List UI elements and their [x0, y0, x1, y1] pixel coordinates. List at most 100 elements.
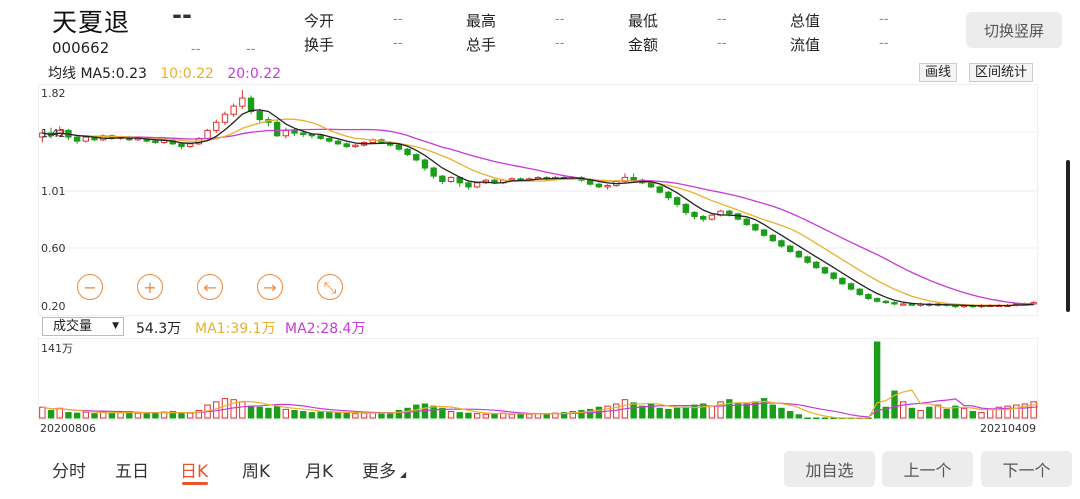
volume-ma1: MA1:39.1万 [195, 321, 276, 337]
candle-down [743, 218, 750, 226]
stock-price: -- [172, 1, 192, 29]
candle-down [839, 277, 846, 285]
volume-bar-up [221, 398, 229, 419]
volume-bar-down [969, 411, 976, 419]
candle-down [726, 210, 733, 215]
candle-down [821, 267, 829, 274]
quote-high-value: -- [555, 12, 565, 27]
candle-down [656, 186, 663, 193]
collapse-icon[interactable]: ⤡ [317, 274, 343, 300]
price-axis-min: 0.20 [41, 300, 66, 313]
quote-low-value: -- [717, 12, 727, 27]
candle-up [508, 178, 516, 181]
quote-turnover-value: -- [393, 36, 403, 51]
volume-bar-up [282, 408, 290, 419]
date-end: 20210409 [980, 422, 1036, 435]
volume-bar-down [343, 412, 350, 419]
volume-bar-up [508, 413, 516, 419]
candle-down [395, 144, 403, 150]
candle-down [682, 203, 690, 213]
tab-monthly-k[interactable]: 月K [305, 457, 333, 482]
tab-weekly-k[interactable]: 周K [242, 457, 270, 482]
volume-bar-down [943, 408, 950, 419]
tab-intraday[interactable]: 分时 [52, 457, 86, 482]
quote-float-label: 流值 [790, 36, 821, 54]
volume-bar-down [378, 412, 385, 419]
candle-down [691, 211, 698, 217]
date-start: 20200806 [40, 422, 96, 435]
candle-down [865, 294, 872, 300]
candle-down [595, 183, 603, 188]
volume-bar-down [908, 407, 916, 419]
range-stats-button[interactable]: 区间统计 [969, 63, 1034, 82]
volume-value: 54.3万 [136, 321, 182, 337]
candle-down [795, 250, 803, 258]
candle-down [273, 121, 281, 137]
volume-bar-down [430, 405, 437, 419]
volume-bar-up [604, 405, 611, 419]
volume-bar-up [239, 401, 246, 419]
candle-down [152, 140, 159, 143]
tab-five-day[interactable]: 五日 [115, 457, 149, 482]
tab-daily-k[interactable]: 日K [180, 457, 208, 482]
candle-up [708, 214, 716, 220]
dropdown-caret-icon: ▼ [112, 321, 119, 331]
previous-button[interactable]: 上一个 [882, 451, 973, 487]
volume-bar-down [178, 413, 185, 419]
candle-up [282, 129, 290, 137]
candle-up [352, 144, 359, 148]
next-button[interactable]: 下一个 [981, 451, 1072, 487]
candle-up [447, 176, 455, 183]
arrow-right-icon[interactable]: → [257, 274, 283, 300]
quote-mktcap-label: 总值 [790, 12, 821, 30]
volume-chart[interactable] [38, 338, 1038, 420]
switch-portrait-button[interactable]: 切换竖屏 [966, 12, 1062, 48]
candle-down [586, 179, 594, 185]
volume-bar-down [821, 417, 829, 419]
volume-bar-up [447, 411, 455, 419]
volume-bar-down [317, 411, 324, 419]
volume-bar-down [326, 411, 333, 419]
candle-down [752, 224, 759, 231]
candle-down [421, 159, 429, 169]
price-chart[interactable] [38, 84, 1038, 316]
active-tab-indicator [182, 482, 208, 485]
quote-float-value: -- [879, 36, 889, 51]
volume-bar-down [673, 407, 681, 419]
add-watchlist-button[interactable]: 加自选 [784, 451, 875, 487]
scrollbar[interactable] [1066, 160, 1070, 312]
quote-high-label: 最高 [466, 12, 497, 30]
candle-down [830, 272, 837, 279]
zoom-out-icon[interactable]: − [77, 274, 103, 300]
price-axis-tick: 1.42 [41, 127, 66, 140]
draw-line-button[interactable]: 画线 [919, 63, 958, 82]
price-chart-frame [38, 84, 1038, 316]
volume-bar-down [300, 411, 307, 419]
tab-more[interactable]: 更多 [362, 457, 396, 482]
volume-bar-down [91, 413, 98, 419]
candle-down [326, 137, 333, 142]
candle-down [700, 215, 707, 220]
volume-bar-down [656, 407, 663, 419]
zoom-in-icon[interactable]: + [137, 274, 163, 300]
volume-bar-down [804, 417, 811, 419]
volume-bar-down [47, 409, 55, 419]
quote-low-label: 最低 [628, 12, 659, 30]
volume-bar-down [682, 406, 690, 419]
quote-volume-value: -- [555, 36, 565, 51]
candle-down [778, 240, 785, 247]
arrow-left-icon[interactable]: ← [197, 274, 223, 300]
candle-down [630, 176, 637, 181]
quote-open-value: -- [393, 12, 403, 27]
candle-down [291, 129, 298, 134]
quote-mktcap-value: -- [879, 12, 889, 27]
volume-bar-up [526, 413, 533, 419]
indicator-select-label: 成交量 [53, 319, 93, 334]
ma-label: 均线 [48, 66, 76, 82]
price-change-pct: -- [246, 42, 256, 57]
volume-bar-up [134, 412, 142, 419]
volume-bar-down [778, 407, 785, 419]
indicator-select[interactable]: 成交量 ▼ [42, 317, 124, 336]
volume-bar-down [247, 405, 255, 419]
candle-up [473, 182, 481, 188]
